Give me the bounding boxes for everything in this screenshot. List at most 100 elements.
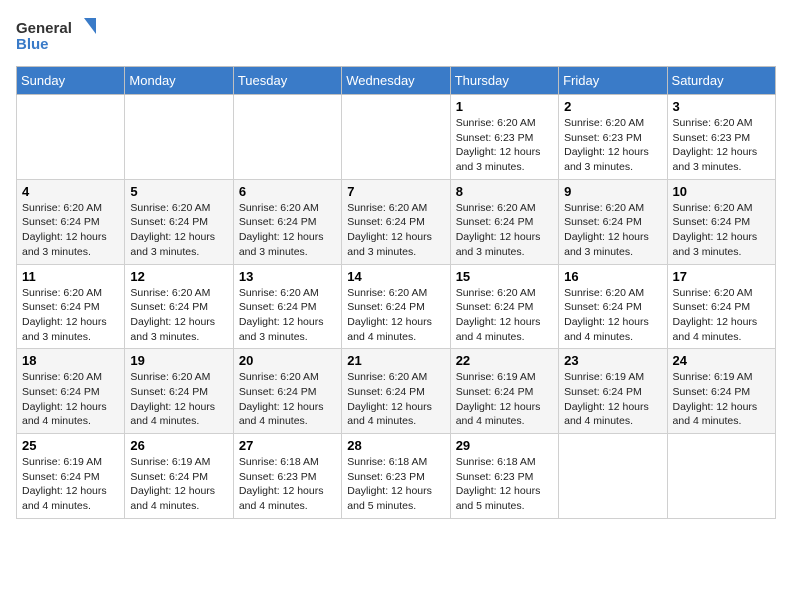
day-number: 24 xyxy=(673,353,770,368)
calendar-cell: 25 Sunrise: 6:19 AM Sunset: 6:24 PM Dayli… xyxy=(17,434,125,519)
day-info: Sunrise: 6:20 AM Sunset: 6:24 PM Dayligh… xyxy=(673,286,770,345)
day-info: Sunrise: 6:20 AM Sunset: 6:23 PM Dayligh… xyxy=(673,116,770,175)
day-info: Sunrise: 6:20 AM Sunset: 6:24 PM Dayligh… xyxy=(456,201,553,260)
day-number: 25 xyxy=(22,438,119,453)
day-number: 29 xyxy=(456,438,553,453)
day-info: Sunrise: 6:20 AM Sunset: 6:23 PM Dayligh… xyxy=(564,116,661,175)
calendar-cell: 1 Sunrise: 6:20 AM Sunset: 6:23 PM Daylig… xyxy=(450,95,558,180)
day-number: 16 xyxy=(564,269,661,284)
day-number: 21 xyxy=(347,353,444,368)
calendar-cell: 21 Sunrise: 6:20 AM Sunset: 6:24 PM Dayli… xyxy=(342,349,450,434)
day-number: 6 xyxy=(239,184,336,199)
day-number: 12 xyxy=(130,269,227,284)
day-info: Sunrise: 6:20 AM Sunset: 6:24 PM Dayligh… xyxy=(22,370,119,429)
day-info: Sunrise: 6:20 AM Sunset: 6:23 PM Dayligh… xyxy=(456,116,553,175)
calendar-header: SundayMondayTuesdayWednesdayThursdayFrid… xyxy=(17,67,776,95)
calendar-cell: 5Sunrise: 6:20 AM Sunset: 6:24 PM Daylig… xyxy=(125,179,233,264)
day-number: 10 xyxy=(673,184,770,199)
calendar-cell: 28 Sunrise: 6:18 AM Sunset: 6:23 PM Dayli… xyxy=(342,434,450,519)
calendar-cell: 10 Sunrise: 6:20 AM Sunset: 6:24 PM Dayli… xyxy=(667,179,775,264)
day-number: 13 xyxy=(239,269,336,284)
day-info: Sunrise: 6:18 AM Sunset: 6:23 PM Dayligh… xyxy=(347,455,444,514)
calendar-cell xyxy=(342,95,450,180)
day-number: 9 xyxy=(564,184,661,199)
day-info: Sunrise: 6:20 AM Sunset: 6:24 PM Dayligh… xyxy=(673,201,770,260)
logo: GeneralBlue xyxy=(16,16,96,54)
calendar-cell xyxy=(233,95,341,180)
logo-svg: GeneralBlue xyxy=(16,16,96,54)
day-info: Sunrise: 6:19 AM Sunset: 6:24 PM Dayligh… xyxy=(130,455,227,514)
calendar-cell: 29Sunrise: 6:18 AM Sunset: 6:23 PM Dayli… xyxy=(450,434,558,519)
day-number: 22 xyxy=(456,353,553,368)
day-number: 15 xyxy=(456,269,553,284)
calendar-cell: 2 Sunrise: 6:20 AM Sunset: 6:23 PM Daylig… xyxy=(559,95,667,180)
calendar-cell: 3 Sunrise: 6:20 AM Sunset: 6:23 PM Daylig… xyxy=(667,95,775,180)
calendar-cell: 4 Sunrise: 6:20 AM Sunset: 6:24 PM Daylig… xyxy=(17,179,125,264)
calendar-cell: 23Sunrise: 6:19 AM Sunset: 6:24 PM Dayli… xyxy=(559,349,667,434)
calendar-cell: 22 Sunrise: 6:19 AM Sunset: 6:24 PM Dayli… xyxy=(450,349,558,434)
day-number: 14 xyxy=(347,269,444,284)
week-row-1: 1 Sunrise: 6:20 AM Sunset: 6:23 PM Daylig… xyxy=(17,95,776,180)
calendar-cell: 19 Sunrise: 6:20 AM Sunset: 6:24 PM Dayli… xyxy=(125,349,233,434)
calendar-cell: 9 Sunrise: 6:20 AM Sunset: 6:24 PM Daylig… xyxy=(559,179,667,264)
header-day-monday: Monday xyxy=(125,67,233,95)
header-day-thursday: Thursday xyxy=(450,67,558,95)
day-info: Sunrise: 6:20 AM Sunset: 6:24 PM Dayligh… xyxy=(564,201,661,260)
week-row-4: 18 Sunrise: 6:20 AM Sunset: 6:24 PM Dayli… xyxy=(17,349,776,434)
calendar-cell: 20 Sunrise: 6:20 AM Sunset: 6:24 PM Dayli… xyxy=(233,349,341,434)
calendar-cell: 14Sunrise: 6:20 AM Sunset: 6:24 PM Dayli… xyxy=(342,264,450,349)
day-info: Sunrise: 6:20 AM Sunset: 6:24 PM Dayligh… xyxy=(130,370,227,429)
day-number: 7 xyxy=(347,184,444,199)
day-info: Sunrise: 6:19 AM Sunset: 6:24 PM Dayligh… xyxy=(22,455,119,514)
calendar-cell: 7 Sunrise: 6:20 AM Sunset: 6:24 PM Daylig… xyxy=(342,179,450,264)
day-info: Sunrise: 6:20 AM Sunset: 6:24 PM Dayligh… xyxy=(347,370,444,429)
calendar-cell: 8 Sunrise: 6:20 AM Sunset: 6:24 PM Daylig… xyxy=(450,179,558,264)
calendar-cell: 13 Sunrise: 6:20 AM Sunset: 6:24 PM Dayli… xyxy=(233,264,341,349)
day-info: Sunrise: 6:18 AM Sunset: 6:23 PM Dayligh… xyxy=(239,455,336,514)
day-number: 8 xyxy=(456,184,553,199)
day-info: Sunrise: 6:20 AM Sunset: 6:24 PM Dayligh… xyxy=(239,370,336,429)
day-number: 2 xyxy=(564,99,661,114)
calendar-cell: 11 Sunrise: 6:20 AM Sunset: 6:24 PM Dayli… xyxy=(17,264,125,349)
svg-text:General: General xyxy=(16,20,72,37)
calendar-cell: 6 Sunrise: 6:20 AM Sunset: 6:24 PM Daylig… xyxy=(233,179,341,264)
week-row-2: 4 Sunrise: 6:20 AM Sunset: 6:24 PM Daylig… xyxy=(17,179,776,264)
day-info: Sunrise: 6:20 AM Sunset: 6:24 PM Dayligh… xyxy=(347,201,444,260)
day-number: 3 xyxy=(673,99,770,114)
day-number: 11 xyxy=(22,269,119,284)
calendar-cell xyxy=(667,434,775,519)
week-row-5: 25 Sunrise: 6:19 AM Sunset: 6:24 PM Dayli… xyxy=(17,434,776,519)
day-number: 18 xyxy=(22,353,119,368)
day-info: Sunrise: 6:19 AM Sunset: 6:24 PM Dayligh… xyxy=(456,370,553,429)
svg-text:Blue: Blue xyxy=(16,36,49,53)
day-info: Sunrise: 6:20 AM Sunset: 6:24 PM Dayligh… xyxy=(239,201,336,260)
day-number: 19 xyxy=(130,353,227,368)
calendar-cell: 16Sunrise: 6:20 AM Sunset: 6:24 PM Dayli… xyxy=(559,264,667,349)
calendar-cell: 15Sunrise: 6:20 AM Sunset: 6:24 PM Dayli… xyxy=(450,264,558,349)
calendar-cell: 12 Sunrise: 6:20 AM Sunset: 6:24 PM Dayli… xyxy=(125,264,233,349)
day-info: Sunrise: 6:20 AM Sunset: 6:24 PM Dayligh… xyxy=(239,286,336,345)
day-number: 23 xyxy=(564,353,661,368)
calendar-cell: 26Sunrise: 6:19 AM Sunset: 6:24 PM Dayli… xyxy=(125,434,233,519)
week-row-3: 11 Sunrise: 6:20 AM Sunset: 6:24 PM Dayli… xyxy=(17,264,776,349)
day-number: 20 xyxy=(239,353,336,368)
calendar-cell xyxy=(559,434,667,519)
day-info: Sunrise: 6:20 AM Sunset: 6:24 PM Dayligh… xyxy=(130,286,227,345)
header-day-saturday: Saturday xyxy=(667,67,775,95)
calendar-cell: 18 Sunrise: 6:20 AM Sunset: 6:24 PM Dayli… xyxy=(17,349,125,434)
calendar-cell: 17 Sunrise: 6:20 AM Sunset: 6:24 PM Dayli… xyxy=(667,264,775,349)
day-number: 17 xyxy=(673,269,770,284)
header-day-tuesday: Tuesday xyxy=(233,67,341,95)
day-info: Sunrise: 6:20 AM Sunset: 6:24 PM Dayligh… xyxy=(22,286,119,345)
header-row: SundayMondayTuesdayWednesdayThursdayFrid… xyxy=(17,67,776,95)
day-info: Sunrise: 6:20 AM Sunset: 6:24 PM Dayligh… xyxy=(130,201,227,260)
day-number: 1 xyxy=(456,99,553,114)
day-number: 4 xyxy=(22,184,119,199)
calendar-cell: 27Sunrise: 6:18 AM Sunset: 6:23 PM Dayli… xyxy=(233,434,341,519)
header-day-friday: Friday xyxy=(559,67,667,95)
calendar-cell xyxy=(17,95,125,180)
header: GeneralBlue xyxy=(16,16,776,54)
day-number: 28 xyxy=(347,438,444,453)
calendar-body: 1 Sunrise: 6:20 AM Sunset: 6:23 PM Daylig… xyxy=(17,95,776,519)
day-info: Sunrise: 6:20 AM Sunset: 6:24 PM Dayligh… xyxy=(22,201,119,260)
